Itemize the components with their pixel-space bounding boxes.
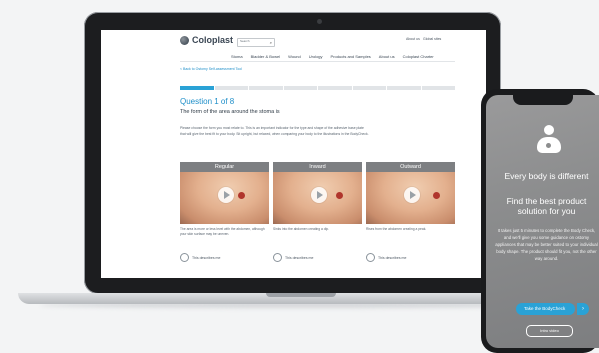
option-label: Regular bbox=[180, 162, 269, 172]
progress-segment-2 bbox=[214, 86, 248, 90]
nav-item-charter[interactable]: Coloplast Charter bbox=[403, 54, 434, 59]
option-card-regular[interactable]: Regular The area is more or less level w… bbox=[180, 162, 269, 262]
option-radio[interactable]: This describes me bbox=[366, 253, 455, 262]
phone-subtitle: Find the best product solution for you bbox=[506, 196, 587, 216]
stoma-marker bbox=[238, 192, 245, 199]
option-description: Sinks into the abdomen creating a dip. bbox=[273, 227, 330, 231]
option-card-outward[interactable]: Outward Rises from the abdomen creating … bbox=[366, 162, 455, 262]
play-icon[interactable] bbox=[218, 187, 234, 203]
search-icon[interactable]: ⌕ bbox=[270, 40, 272, 45]
play-icon[interactable] bbox=[311, 187, 327, 203]
webcam bbox=[317, 19, 322, 24]
radio-label: This describes me bbox=[192, 255, 221, 260]
radio-label: This describes me bbox=[378, 255, 407, 260]
progress-segment-7 bbox=[387, 86, 421, 90]
option-video[interactable] bbox=[180, 172, 269, 224]
coloplast-logo[interactable]: Coloplast bbox=[180, 35, 233, 45]
option-video[interactable] bbox=[366, 172, 455, 224]
phone-notch bbox=[513, 95, 573, 105]
phone-title: Every body is different bbox=[504, 171, 589, 181]
option-video[interactable] bbox=[273, 172, 362, 224]
option-label: Outward bbox=[366, 162, 455, 172]
search-label: Search bbox=[240, 39, 250, 43]
progress-segment-8 bbox=[421, 86, 455, 90]
nav-divider bbox=[180, 61, 455, 62]
laptop-screen: Coloplast Search ⌕ About us Global sites… bbox=[101, 30, 486, 278]
question-title: The form of the area around the stoma is bbox=[180, 109, 280, 115]
option-description: Rises from the abdomen creating a peak. bbox=[366, 227, 427, 231]
intro-video-button[interactable]: Intro video bbox=[526, 325, 573, 337]
take-bodycheck-button[interactable]: Take the BodyCheck bbox=[516, 303, 575, 315]
nav-item-bladder-bowel[interactable]: Bladder & Bowel bbox=[251, 54, 281, 59]
laptop-notch bbox=[266, 293, 336, 297]
stoma-marker bbox=[433, 192, 440, 199]
nav-item-products-samples[interactable]: Products and Samples bbox=[331, 54, 371, 59]
option-label: Inward bbox=[273, 162, 362, 172]
progress-bar bbox=[180, 86, 455, 90]
nav-item-stoma[interactable]: Stoma bbox=[231, 54, 243, 59]
phone-body-text: It takes just 5 minutes to complete the … bbox=[495, 228, 598, 261]
option-radio[interactable]: This describes me bbox=[273, 253, 362, 262]
main-nav: Stoma Bladder & Bowel Wound Urology Prod… bbox=[231, 54, 434, 59]
nav-item-wound[interactable]: Wound bbox=[288, 54, 301, 59]
option-card-inward[interactable]: Inward Sinks into the abdomen creating a… bbox=[273, 162, 362, 262]
nav-item-about-us[interactable]: About us bbox=[379, 54, 395, 59]
nav-item-urology[interactable]: Urology bbox=[309, 54, 323, 59]
play-icon[interactable] bbox=[404, 187, 420, 203]
option-description: The area is more or less level with the … bbox=[180, 227, 265, 236]
progress-segment-6 bbox=[352, 86, 386, 90]
radio-label: This describes me bbox=[285, 255, 314, 260]
progress-segment-4 bbox=[283, 86, 317, 90]
option-radio[interactable]: This describes me bbox=[180, 253, 269, 262]
logo-text: Coloplast bbox=[192, 35, 234, 45]
logo-icon bbox=[180, 35, 189, 45]
person-icon bbox=[537, 125, 561, 153]
progress-segment-1 bbox=[180, 86, 214, 90]
radio-button[interactable] bbox=[366, 253, 375, 262]
question-number: Question 1 of 8 bbox=[180, 97, 235, 106]
stoma-marker bbox=[336, 192, 343, 199]
progress-segment-3 bbox=[249, 86, 283, 90]
chevron-right-icon[interactable]: › bbox=[577, 303, 589, 315]
global-sites-link[interactable]: Global sites bbox=[423, 37, 441, 41]
radio-button[interactable] bbox=[273, 253, 282, 262]
progress-segment-5 bbox=[318, 86, 352, 90]
search-input[interactable]: Search ⌕ bbox=[237, 38, 275, 47]
question-instructions: Please choose the form you most relate t… bbox=[180, 126, 369, 136]
about-link[interactable]: About us bbox=[406, 37, 420, 41]
radio-button[interactable] bbox=[180, 253, 189, 262]
back-link[interactable]: < Back to Ostomy Self-assessment Tool bbox=[180, 67, 242, 71]
